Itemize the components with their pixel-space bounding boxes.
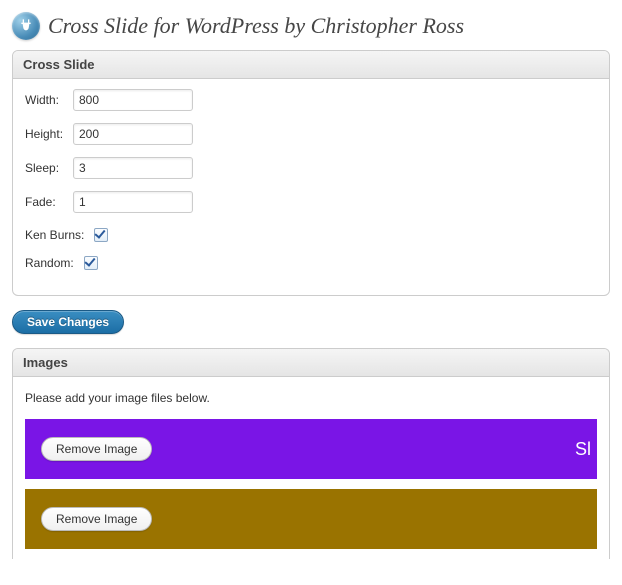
sleep-input[interactable] (73, 157, 193, 179)
random-label: Random: (25, 256, 74, 270)
images-panel: Images Please add your image files below… (12, 348, 610, 559)
images-panel-body: Please add your image files below. Sl Re… (13, 377, 609, 549)
random-checkbox[interactable] (84, 256, 98, 270)
ken-burns-checkbox[interactable] (94, 228, 108, 242)
fade-label: Fade: (25, 195, 73, 209)
remove-image-button[interactable]: Remove Image (41, 507, 152, 531)
sleep-label: Sleep: (25, 161, 73, 175)
sleep-row: Sleep: (25, 157, 597, 179)
width-label: Width: (25, 93, 73, 107)
plugin-icon (12, 12, 40, 40)
width-input[interactable] (73, 89, 193, 111)
random-row: Random: (25, 253, 597, 273)
settings-panel-body: Width: Height: Sleep: Fade: Ken Burns: R… (13, 79, 609, 295)
page-title: Cross Slide for WordPress by Christopher… (48, 13, 464, 39)
images-help-text: Please add your image files below. (25, 391, 597, 405)
width-row: Width: (25, 89, 597, 111)
settings-panel-title: Cross Slide (13, 51, 609, 79)
page-header: Cross Slide for WordPress by Christopher… (12, 12, 610, 40)
image-slot-label-fragment: Sl (575, 437, 591, 461)
save-changes-button[interactable]: Save Changes (12, 310, 124, 334)
height-row: Height: (25, 123, 597, 145)
images-panel-title: Images (13, 349, 609, 377)
remove-image-button[interactable]: Remove Image (41, 437, 152, 461)
ken-burns-label: Ken Burns: (25, 228, 84, 242)
fade-row: Fade: (25, 191, 597, 213)
settings-panel: Cross Slide Width: Height: Sleep: Fade: … (12, 50, 610, 296)
ken-burns-row: Ken Burns: (25, 225, 597, 245)
height-input[interactable] (73, 123, 193, 145)
image-slot: Remove Image (25, 489, 597, 549)
height-label: Height: (25, 127, 73, 141)
fade-input[interactable] (73, 191, 193, 213)
image-slot: Sl Remove Image (25, 419, 597, 479)
